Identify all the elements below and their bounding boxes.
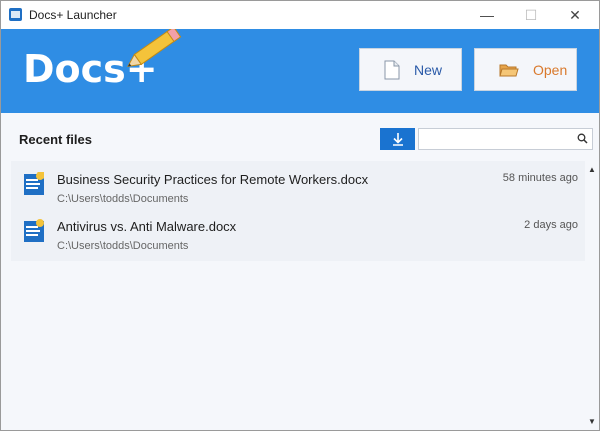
recent-files-title: Recent files bbox=[19, 132, 92, 147]
file-time: 58 minutes ago bbox=[502, 172, 578, 184]
minimize-button[interactable]: — bbox=[465, 1, 509, 29]
title-bar: Docs+ Launcher — ☐ ✕ bbox=[1, 1, 599, 29]
search-box[interactable] bbox=[418, 128, 593, 150]
file-path: C:\Users\todds\Documents bbox=[57, 193, 189, 205]
file-time: 2 days ago bbox=[524, 219, 578, 231]
search-icon[interactable] bbox=[577, 133, 588, 144]
scroll-down-icon[interactable]: ▼ bbox=[588, 417, 596, 426]
download-arrow-icon bbox=[392, 133, 403, 146]
file-name: Business Security Practices for Remote W… bbox=[57, 172, 369, 187]
window-title: Docs+ Launcher bbox=[29, 8, 117, 22]
open-folder-icon bbox=[499, 64, 519, 76]
word-document-icon bbox=[24, 219, 44, 242]
close-button[interactable]: ✕ bbox=[553, 1, 597, 29]
file-name: Antivirus vs. Anti Malware.docx bbox=[57, 219, 237, 234]
word-document-icon bbox=[24, 172, 44, 195]
pencil-icon bbox=[127, 29, 182, 67]
scrollbar[interactable]: ▲ ▼ bbox=[586, 161, 598, 430]
open-button-label: Open bbox=[533, 61, 568, 78]
search-input[interactable] bbox=[421, 130, 575, 150]
app-icon bbox=[9, 8, 22, 21]
new-document-icon bbox=[384, 60, 400, 79]
launcher-window: Docs+ Launcher — ☐ ✕ Docs+ New Open Rece… bbox=[0, 0, 600, 431]
download-button[interactable] bbox=[380, 128, 415, 150]
new-button-label: New bbox=[414, 61, 443, 78]
file-path: C:\Users\todds\Documents bbox=[57, 240, 189, 252]
open-button[interactable]: Open bbox=[474, 48, 577, 91]
file-item[interactable]: Business Security Practices for Remote W… bbox=[11, 161, 585, 207]
header-banner: Docs+ New Open bbox=[1, 29, 599, 113]
maximize-button[interactable]: ☐ bbox=[509, 1, 553, 29]
scroll-up-icon[interactable]: ▲ bbox=[588, 165, 596, 174]
recent-files-list: Business Security Practices for Remote W… bbox=[11, 161, 585, 261]
file-item[interactable]: Antivirus vs. Anti Malware.docx C:\Users… bbox=[11, 208, 585, 254]
new-button[interactable]: New bbox=[359, 48, 462, 91]
